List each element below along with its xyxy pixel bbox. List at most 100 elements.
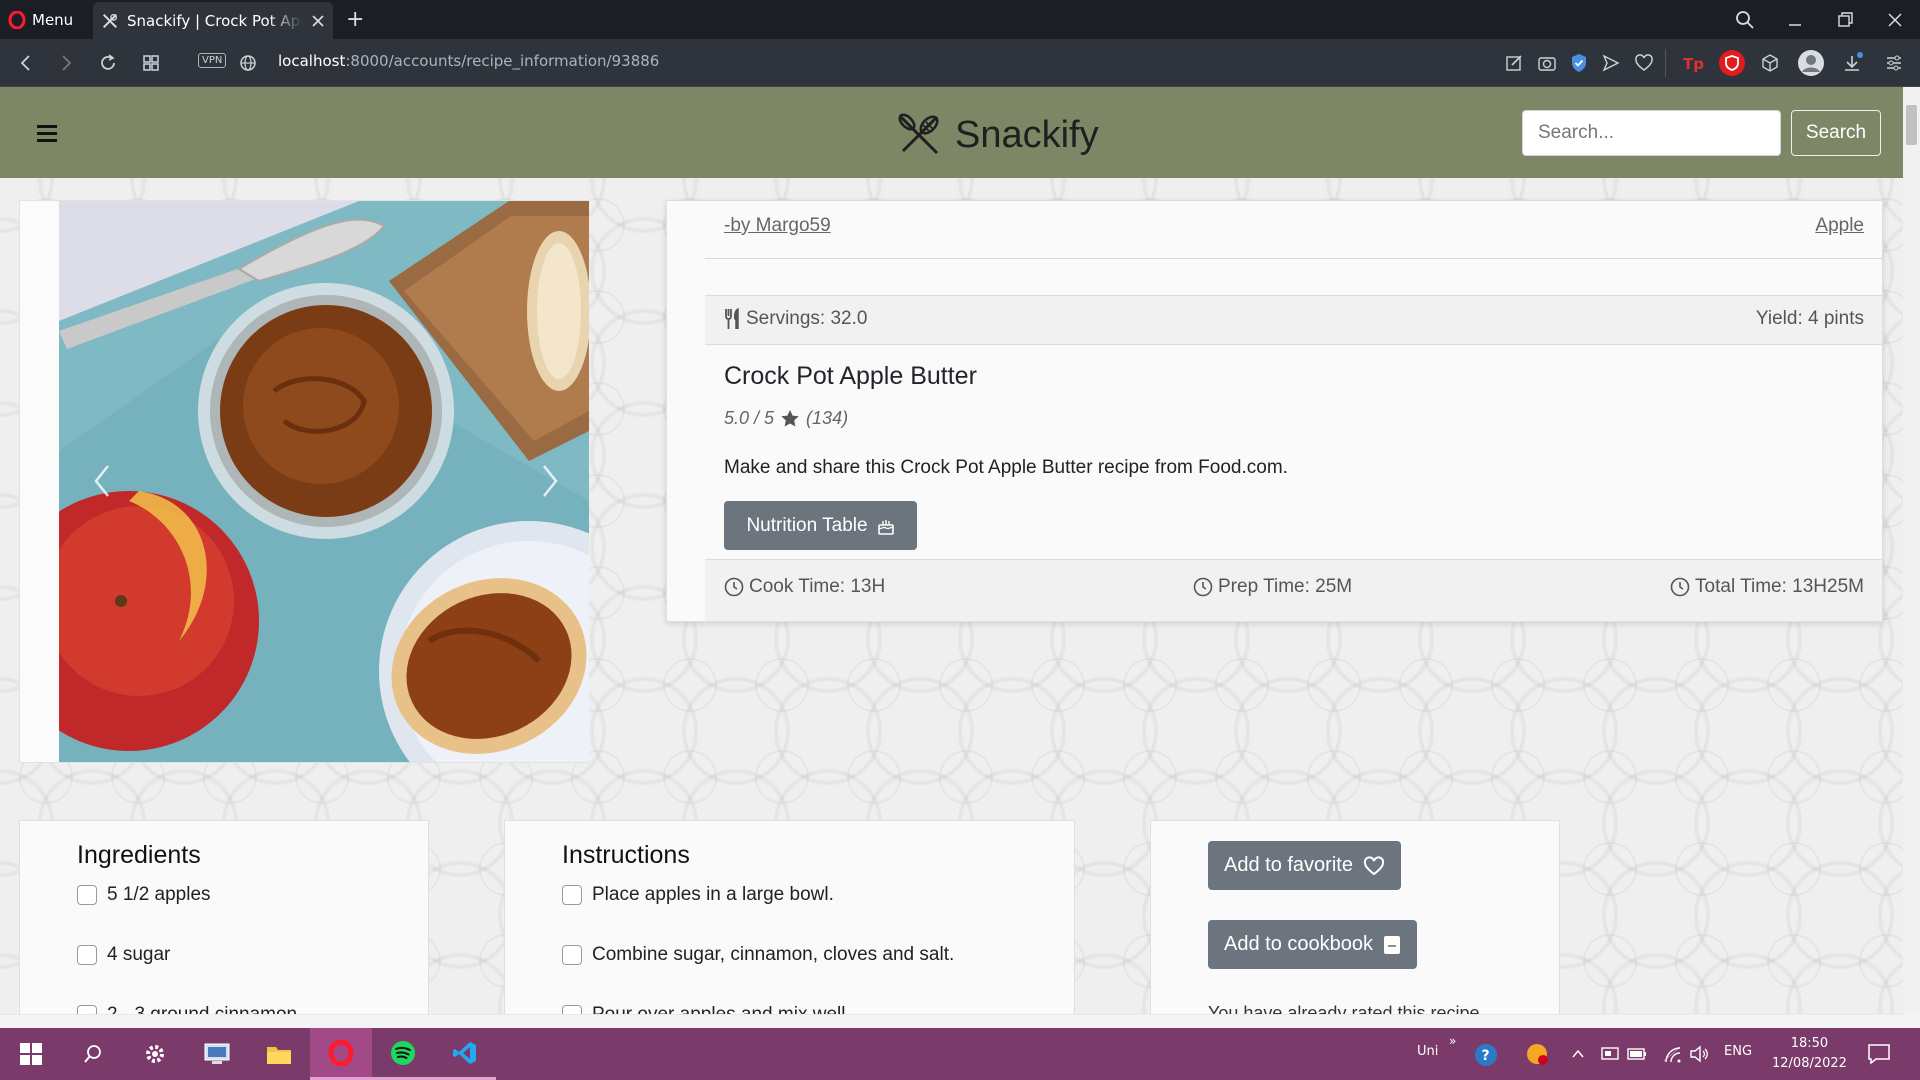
tray-app-icon[interactable] xyxy=(1525,1042,1551,1068)
minimize-icon[interactable] xyxy=(1783,8,1807,32)
spotify-icon xyxy=(391,1040,415,1065)
taskbar-spotify[interactable] xyxy=(372,1028,434,1080)
easy-setup-icon[interactable] xyxy=(1882,51,1906,75)
instruction-checkbox[interactable] xyxy=(562,945,582,965)
cook-time-text: Cook Time: 13H xyxy=(749,576,886,597)
taskbar-search-button[interactable] xyxy=(62,1028,124,1080)
whisk-spatula-logo-icon xyxy=(898,113,939,155)
gear-icon xyxy=(146,1045,164,1063)
add-to-cookbook-button[interactable]: Add to cookbook xyxy=(1208,920,1417,969)
new-tab-plus-icon[interactable]: + xyxy=(346,7,364,32)
heart-outline-icon[interactable] xyxy=(1632,51,1656,75)
browser-search-icon[interactable] xyxy=(1733,8,1757,32)
adblock-shield-icon[interactable] xyxy=(1718,49,1746,77)
globe-icon[interactable] xyxy=(236,51,260,75)
taskbar-clock[interactable]: 18:50 12/08/2022 xyxy=(1772,1034,1847,1074)
tp-extension-icon[interactable]: Tp xyxy=(1680,51,1704,75)
language-indicator[interactable]: ENG xyxy=(1724,1044,1752,1059)
taskbar-opera[interactable] xyxy=(310,1028,372,1080)
volume-icon[interactable] xyxy=(1689,1044,1711,1064)
page-viewport: Snackify Search... Search -by Margo59 Ap… xyxy=(0,87,1903,1015)
search-button[interactable]: Search xyxy=(1791,110,1881,156)
instructions-card: Instructions Place apples in a large bow… xyxy=(504,820,1075,1015)
author-link[interactable]: -by Margo59 xyxy=(724,215,831,237)
browser-tab-active[interactable]: Snackify | Crock Pot Apple Butter xyxy=(93,2,333,39)
restore-icon[interactable] xyxy=(1833,8,1857,32)
taskbar-file-explorer[interactable] xyxy=(248,1028,310,1080)
vertical-scroll-thumb[interactable] xyxy=(1906,105,1917,145)
recipe-description: Make and share this Crock Pot Apple Butt… xyxy=(724,457,1288,478)
ingredient-text: 4 sugar xyxy=(107,944,171,965)
book-icon xyxy=(1384,935,1400,954)
instruction-step[interactable]: Combine sugar, cinnamon, cloves and salt… xyxy=(562,944,954,966)
ingredient-checkbox[interactable] xyxy=(77,945,97,965)
back-icon[interactable] xyxy=(14,51,38,75)
nutrition-button-label: Nutrition Table xyxy=(746,514,868,536)
horizontal-scrollbar[interactable] xyxy=(0,1014,1903,1015)
url-field[interactable]: localhost:8000/accounts/recipe_informati… xyxy=(278,52,659,70)
battery-icon[interactable] xyxy=(1627,1046,1647,1062)
wifi-icon[interactable] xyxy=(1662,1044,1682,1064)
instruction-checkbox[interactable] xyxy=(562,885,582,905)
tiles-icon[interactable] xyxy=(139,51,163,75)
camera-icon[interactable] xyxy=(1535,51,1559,75)
taskbar-search-icon xyxy=(84,1045,101,1063)
clock-icon xyxy=(1670,577,1690,597)
opera-icon xyxy=(328,1039,354,1066)
ingredient-item[interactable]: 4 sugar xyxy=(77,944,170,966)
site-brand[interactable]: Snackify xyxy=(893,109,1099,161)
vpn-badge[interactable]: VPN xyxy=(198,53,227,68)
yield-text: Yield: 4 pints xyxy=(1755,308,1864,329)
total-time-text: Total Time: 13H25M xyxy=(1695,576,1864,597)
tray-expand-chevron-icon[interactable]: » xyxy=(1449,1034,1456,1048)
favorite-button-label: Add to favorite xyxy=(1224,854,1353,876)
instruction-text: Place apples in a large bowl. xyxy=(592,884,834,905)
servings: Servings: 32.0 xyxy=(724,308,867,330)
help-icon[interactable]: ? xyxy=(1473,1042,1499,1068)
cookbook-button-label: Add to cookbook xyxy=(1224,933,1373,955)
carousel-next-icon[interactable] xyxy=(536,451,566,511)
start-button[interactable] xyxy=(0,1028,62,1080)
cube-extension-icon[interactable] xyxy=(1758,51,1782,75)
star-icon xyxy=(781,410,799,427)
category-link[interactable]: Apple xyxy=(1815,215,1864,237)
reload-icon[interactable] xyxy=(96,51,120,75)
send-icon[interactable] xyxy=(1599,51,1623,75)
close-window-icon[interactable] xyxy=(1883,8,1907,32)
hamburger-menu-icon[interactable] xyxy=(37,124,57,142)
instruction-step[interactable]: Place apples in a large bowl. xyxy=(562,884,834,906)
shield-check-icon[interactable] xyxy=(1567,51,1591,75)
folder-icon xyxy=(267,1047,291,1064)
notifications-icon[interactable] xyxy=(1867,1043,1891,1065)
forward-icon[interactable] xyxy=(54,51,78,75)
tab-close-icon[interactable] xyxy=(311,14,325,28)
review-count: (134) xyxy=(806,408,849,428)
heart-icon xyxy=(1363,855,1385,875)
instructions-heading: Instructions xyxy=(562,841,690,869)
recipe-info-card: -by Margo59 Apple Servings: 32.0 Yield: … xyxy=(666,200,1883,622)
utensils-icon xyxy=(725,308,739,329)
instruction-text: Combine sugar, cinnamon, cloves and salt… xyxy=(592,944,955,965)
recipe-title: Crock Pot Apple Butter xyxy=(724,362,977,390)
search-input[interactable] xyxy=(1522,110,1781,156)
ingredient-checkbox[interactable] xyxy=(77,885,97,905)
svg-text:?: ? xyxy=(1482,1048,1490,1064)
rating-value: 5.0 / 5 xyxy=(724,408,775,428)
carousel-prev-icon[interactable] xyxy=(86,451,116,511)
ingredient-item[interactable]: 5 1/2 apples xyxy=(77,884,211,906)
taskbar-vscode[interactable] xyxy=(434,1028,496,1080)
taskbar-app-remote[interactable] xyxy=(186,1028,248,1080)
snapshot-edit-icon[interactable] xyxy=(1502,51,1526,75)
nutrition-table-button[interactable]: Nutrition Table xyxy=(724,501,917,550)
recipe-photo xyxy=(59,201,589,762)
profile-avatar-icon[interactable] xyxy=(1797,49,1825,77)
url-host: localhost xyxy=(278,52,346,70)
downloads-icon[interactable] xyxy=(1840,51,1864,75)
vertical-scrollbar[interactable] xyxy=(1903,87,1920,1014)
browser-menu-button[interactable]: Menu xyxy=(8,8,73,32)
tray-monitor-icon[interactable] xyxy=(1600,1044,1620,1064)
remote-desktop-icon xyxy=(204,1043,230,1064)
taskbar-settings[interactable] xyxy=(124,1028,186,1080)
add-to-favorite-button[interactable]: Add to favorite xyxy=(1208,841,1401,890)
chevron-up-icon[interactable] xyxy=(1570,1046,1586,1062)
